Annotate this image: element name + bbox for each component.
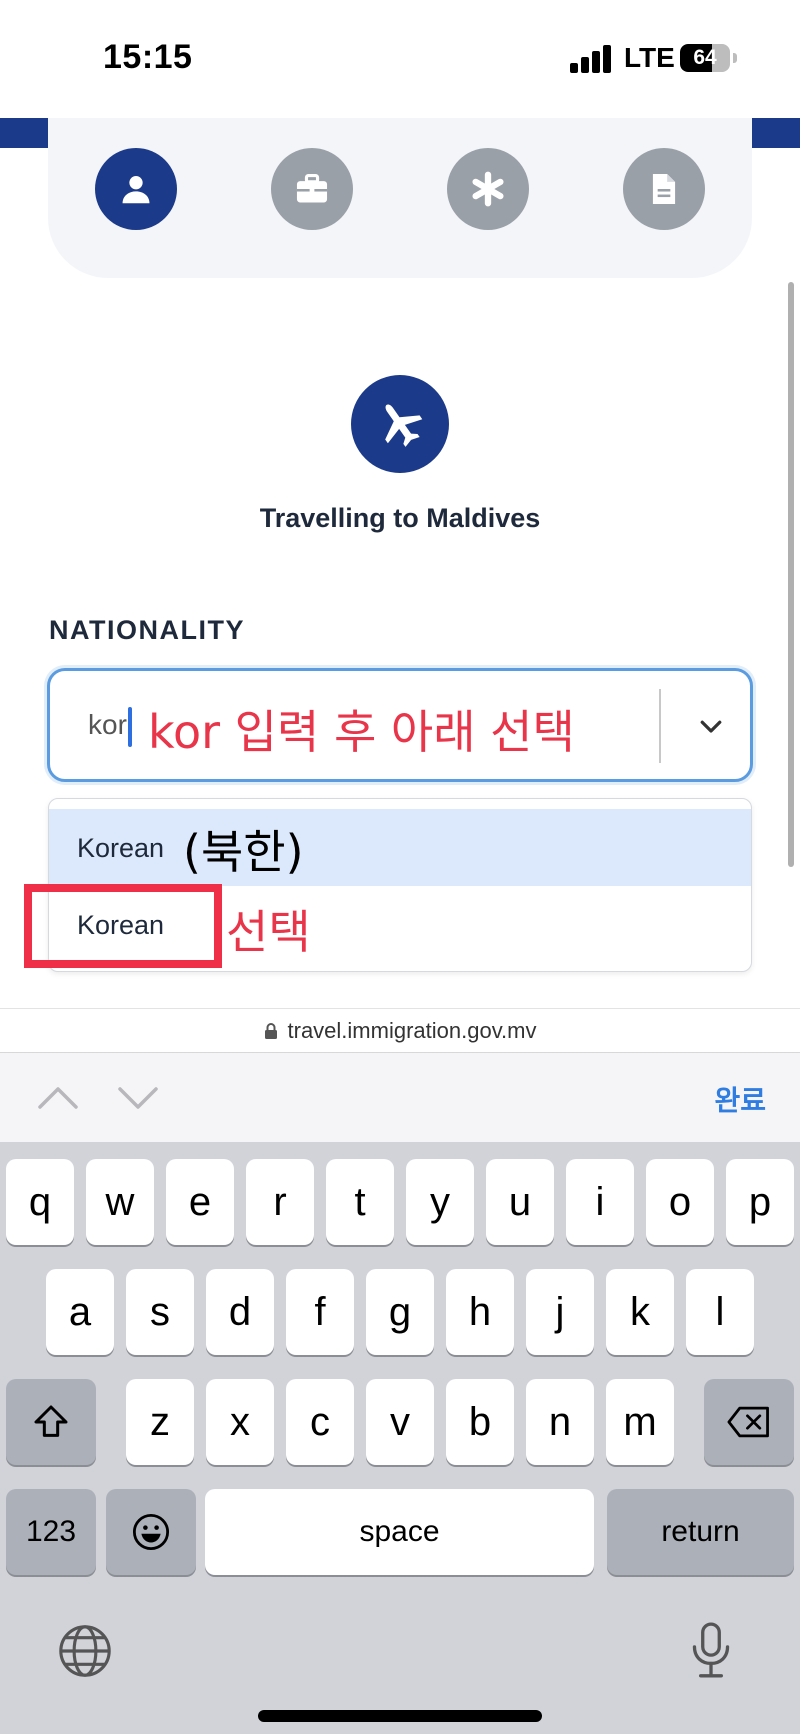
step-navigation (48, 118, 752, 278)
emoji-icon (132, 1513, 170, 1551)
option-korean-north[interactable]: Korean (49, 809, 751, 886)
key-p[interactable]: p (726, 1159, 794, 1245)
chevron-up-icon[interactable] (34, 1077, 82, 1117)
option-label: Korean (77, 833, 165, 863)
backspace-key[interactable] (704, 1379, 794, 1465)
chevron-down-icon[interactable] (686, 701, 736, 751)
url-text: travel.immigration.gov.mv (287, 1017, 537, 1043)
key-s[interactable]: s (126, 1269, 194, 1355)
battery-tip (733, 53, 737, 63)
key-j[interactable]: j (526, 1269, 594, 1355)
key-b[interactable]: b (446, 1379, 514, 1465)
key-a[interactable]: a (46, 1269, 114, 1355)
step-documents[interactable] (623, 148, 705, 230)
globe-icon[interactable] (56, 1622, 114, 1680)
emoji-key[interactable] (106, 1489, 196, 1575)
key-x[interactable]: x (206, 1379, 274, 1465)
network-type: LTE (624, 42, 675, 73)
annotation-input-hint: kor 입력 후 아래 선택 (148, 705, 575, 759)
key-z[interactable]: z (126, 1379, 194, 1465)
step-personal[interactable] (95, 148, 177, 230)
nationality-label: NATIONALITY (49, 615, 245, 645)
key-f[interactable]: f (286, 1269, 354, 1355)
annotation-highlight-box (24, 884, 222, 968)
status-bar: 15:15 LTE 64 (0, 0, 800, 118)
browser-url-bar[interactable]: travel.immigration.gov.mv (0, 1008, 800, 1052)
key-e[interactable]: e (166, 1159, 234, 1245)
select-divider (659, 689, 661, 763)
key-l[interactable]: l (686, 1269, 754, 1355)
step-travel[interactable] (271, 148, 353, 230)
document-icon (652, 173, 676, 205)
backspace-icon (727, 1406, 769, 1438)
annotation-select-hint: 선택 (226, 905, 311, 959)
key-q[interactable]: q (6, 1159, 74, 1245)
text-caret (128, 707, 132, 747)
chevron-down-icon[interactable] (114, 1077, 162, 1117)
key-i[interactable]: i (566, 1159, 634, 1245)
battery-percent: 64 (693, 46, 717, 69)
nationality-search-input[interactable] (88, 709, 128, 741)
numbers-key[interactable]: 123 (6, 1489, 96, 1575)
shift-icon (34, 1405, 68, 1437)
done-button[interactable]: 완료 (714, 1079, 766, 1119)
key-v[interactable]: v (366, 1379, 434, 1465)
key-o[interactable]: o (646, 1159, 714, 1245)
status-time: 15:15 (103, 38, 193, 76)
page-scrollbar[interactable] (788, 282, 794, 867)
step-health[interactable] (447, 148, 529, 230)
annotation-north-korea: (북한) (183, 825, 304, 879)
briefcase-icon (296, 173, 328, 203)
key-u[interactable]: u (486, 1159, 554, 1245)
airplane-badge (351, 375, 449, 473)
key-t[interactable]: t (326, 1159, 394, 1245)
key-k[interactable]: k (606, 1269, 674, 1355)
airplane-icon (385, 404, 423, 447)
key-d[interactable]: d (206, 1269, 274, 1355)
key-r[interactable]: r (246, 1159, 314, 1245)
battery-icon: 64 (680, 44, 730, 72)
key-c[interactable]: c (286, 1379, 354, 1465)
person-icon (122, 176, 150, 204)
keyboard: qwertyuiop asdfghjkl zxcvbnm 123 space r… (0, 1142, 800, 1734)
signal-strength-icon (570, 45, 612, 73)
microphone-icon[interactable] (686, 1620, 736, 1682)
lock-icon (264, 1022, 277, 1039)
key-h[interactable]: h (446, 1269, 514, 1355)
page-title: Travelling to Maldives (259, 503, 541, 533)
home-indicator (258, 1710, 542, 1722)
key-n[interactable]: n (526, 1379, 594, 1465)
keyboard-accessory-bar: 완료 (0, 1052, 800, 1142)
key-m[interactable]: m (606, 1379, 674, 1465)
space-key[interactable]: space (205, 1489, 594, 1575)
key-g[interactable]: g (366, 1269, 434, 1355)
shift-key[interactable] (6, 1379, 96, 1465)
return-key[interactable]: return (607, 1489, 794, 1575)
key-y[interactable]: y (406, 1159, 474, 1245)
asterisk-icon (472, 171, 504, 207)
key-w[interactable]: w (86, 1159, 154, 1245)
